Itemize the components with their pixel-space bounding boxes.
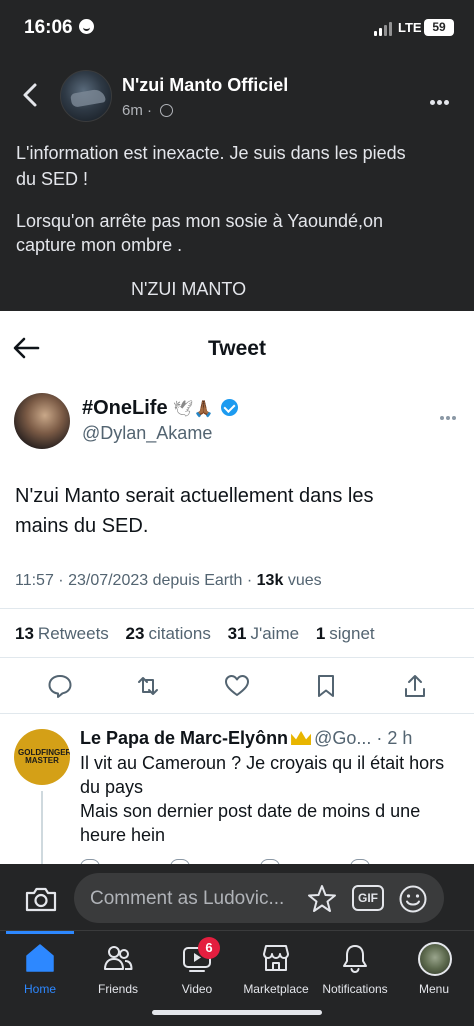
comment-placeholder[interactable]: Comment as Ludovic... — [90, 888, 284, 910]
crown-icon — [291, 731, 312, 745]
tab-label: Friends — [97, 982, 138, 996]
tweet-text: N'zui Manto serait actuellement dans les… — [15, 481, 455, 541]
more-options-icon[interactable] — [430, 92, 451, 110]
tweet-header-title: Tweet — [208, 337, 266, 360]
like-icon — [225, 675, 249, 696]
tab-notifications[interactable]: Notifications — [315, 940, 395, 1000]
stat-quotes: 23 citations — [125, 624, 211, 643]
post-meta: 6m · — [122, 102, 174, 119]
reply-text-line: Il vit au Cameroun ? Je croyais qu il ét… — [80, 753, 445, 773]
tweet-timestamp: 11:57 · 23/07/2023 depuis Earth · 13k vu… — [15, 572, 322, 589]
reply-text: Il vit au Cameroun ? Je croyais qu il ét… — [80, 751, 470, 847]
active-tab-indicator — [6, 931, 74, 934]
stat-retweets: 13 Retweets — [15, 624, 109, 643]
smiley-icon — [78, 19, 94, 34]
tab-home[interactable]: Home — [0, 940, 80, 1000]
bell-icon — [343, 945, 367, 974]
reply-author-avatar: GOLDFINGER MASTER — [14, 729, 70, 785]
tab-friends[interactable]: Friends — [78, 940, 158, 1000]
sticker-icon[interactable] — [306, 884, 338, 914]
home-icon — [26, 944, 54, 972]
caption-line: capture mon ombre . — [16, 235, 183, 255]
views-count: 13k — [256, 572, 284, 589]
caption-line: L'information est inexacte. Je suis dans… — [16, 143, 406, 163]
tweet-more-icon — [440, 407, 458, 425]
tweet-actions — [0, 673, 474, 703]
reply-text-line: Mais son dernier post date de moins d un… — [80, 801, 421, 821]
emoji-icon[interactable] — [398, 884, 428, 914]
camera-icon[interactable] — [24, 885, 58, 913]
tab-label: Notifications — [322, 982, 388, 996]
tab-marketplace[interactable]: Marketplace — [236, 940, 316, 1000]
reply-icon — [48, 675, 72, 698]
page-name[interactable]: N'zui Manto Officiel — [122, 75, 288, 96]
reply-text-line: heure hein — [80, 825, 166, 845]
tweet-author-avatar — [14, 393, 70, 449]
thread-line — [41, 791, 43, 864]
caption-signature: N'ZUI MANTO — [131, 279, 247, 299]
signal-icon — [374, 22, 392, 36]
home-indicator — [152, 1010, 322, 1015]
tweet-screenshot[interactable]: Tweet #OneLife 🕊🙏🏾 @Dylan_Akame N'zui Ma… — [0, 311, 474, 864]
divider — [0, 608, 474, 609]
tab-label: Marketplace — [243, 982, 309, 996]
tweet-author-handle: @Dylan_Akame — [82, 423, 213, 443]
reply-handle: @Go... — [314, 728, 372, 748]
tab-label: Home — [23, 982, 56, 996]
tab-label: Menu — [418, 982, 450, 996]
status-time: 16:06 — [24, 17, 94, 39]
reply-header: Le Papa de Marc-Elyônn @Go... · 2 h — [80, 728, 412, 749]
share-icon — [405, 675, 425, 697]
video-notification-badge: 6 — [198, 937, 220, 959]
bookmark-icon — [318, 675, 334, 697]
avatar[interactable] — [418, 942, 452, 976]
stat-likes: 31 J'aime — [227, 624, 300, 643]
stat-bookmarks: 1 signet — [315, 624, 375, 643]
page-avatar[interactable] — [60, 70, 112, 122]
tab-video[interactable]: Video — [157, 940, 237, 1000]
reply-text-line: du pays — [80, 777, 144, 797]
tweet-author-name: #OneLife 🕊🙏🏾 — [82, 397, 238, 420]
globe-icon — [160, 104, 174, 117]
reply-age: · 2 h — [376, 728, 413, 748]
author-emoji: 🕊🙏🏾 — [173, 401, 214, 418]
caption-line: Lorsqu'on arrête pas mon sosie à Yaoundé… — [16, 211, 384, 231]
tweet-text-line: mains du SED. — [15, 515, 149, 537]
divider — [0, 713, 474, 714]
divider — [0, 657, 474, 658]
caption-line: du SED ! — [16, 169, 89, 189]
tab-label: Video — [181, 982, 213, 996]
back-arrow-icon[interactable] — [18, 82, 44, 108]
tweet-text-line: N'zui Manto serait actuellement dans les — [15, 485, 374, 507]
reply-author-name: Le Papa de Marc-Elyônn — [80, 728, 289, 748]
verified-badge-icon — [220, 399, 238, 416]
reply-avatar-logo: GOLDFINGER MASTER — [18, 748, 70, 765]
friends-icon — [104, 946, 133, 970]
status-bar: 16:06 LTE 59 — [0, 0, 474, 60]
marketplace-icon — [263, 945, 289, 971]
gif-button[interactable]: GIF — [352, 885, 384, 911]
tweet-stats: 13 Retweets 23 citations 31 J'aime 1 signet — [15, 624, 387, 644]
network-type: LTE — [398, 20, 422, 35]
retweet-icon — [138, 677, 158, 695]
battery-icon: 59 — [424, 19, 454, 36]
